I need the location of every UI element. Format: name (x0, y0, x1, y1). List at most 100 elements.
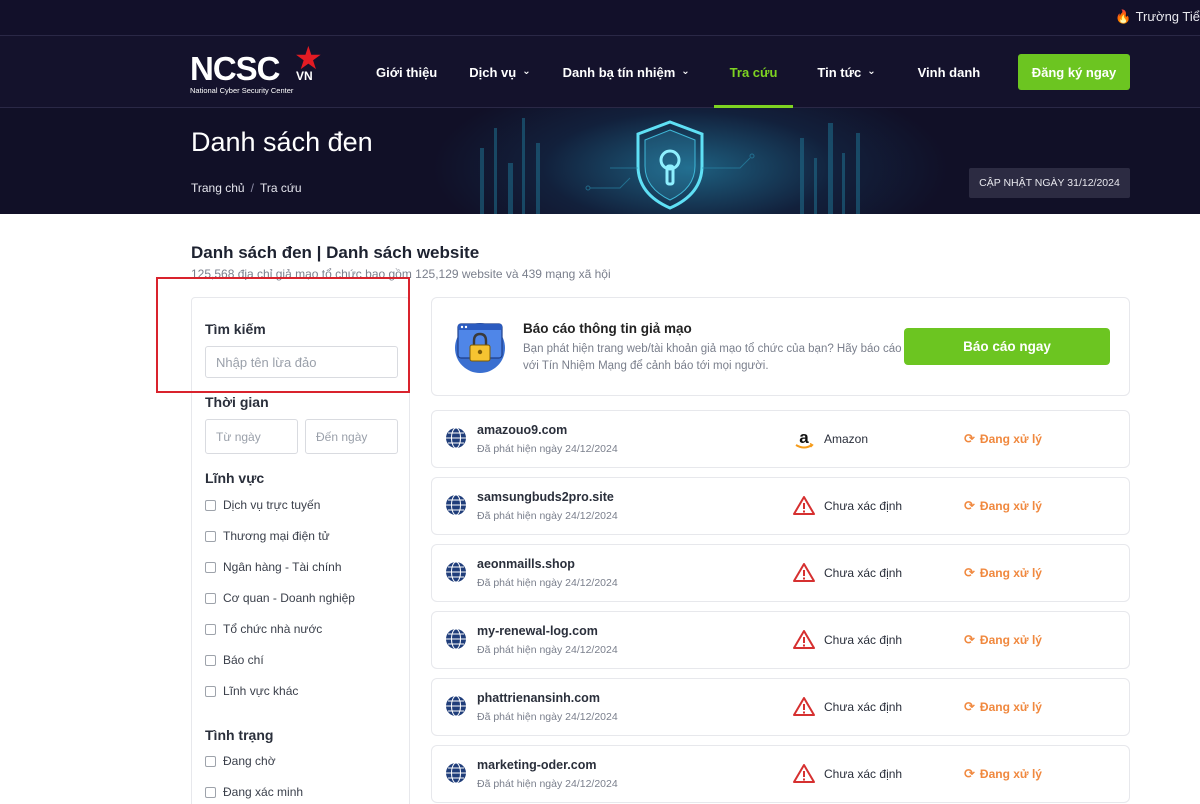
nav-item-dich-vu[interactable]: Dịch vụ ⌄ (453, 36, 546, 108)
to-date-input[interactable] (305, 419, 398, 454)
from-date-input[interactable] (205, 419, 298, 454)
update-date-badge: CẬP NHẬT NGÀY 31/12/2024 (969, 168, 1130, 198)
checkbox[interactable] (205, 755, 216, 767)
status-checkbox[interactable]: Đang chờ (205, 754, 276, 768)
checkbox[interactable] (205, 530, 216, 542)
refresh-icon: ⟳ (964, 632, 975, 647)
nav-label: Vinh danh (917, 64, 981, 80)
blacklist-row[interactable]: aeonmaills.shop Đã phát hiện ngày 24/12/… (431, 544, 1130, 602)
checkbox[interactable] (205, 685, 216, 697)
nav-item-danh-ba-tin-nhiem[interactable]: Danh bạ tín nhiệm ⌄ (547, 36, 706, 108)
svg-text:a: a (799, 428, 809, 447)
report-card: Báo cáo thông tin giả mạo Bạn phát hiện … (431, 297, 1130, 396)
detected-date: Đã phát hiện ngày 24/12/2024 (477, 577, 618, 589)
field-checkbox[interactable]: Tổ chức nhà nước (205, 622, 322, 636)
checkbox[interactable] (205, 654, 216, 666)
domain-name[interactable]: marketing-oder.com (477, 758, 596, 772)
nav-label: Tin tức (817, 64, 862, 80)
logo[interactable]: NCSC ★ VN National Cyber Security Center (190, 42, 330, 96)
status-text: Đang xử lý (979, 767, 1042, 781)
blacklist-row[interactable]: phattrienansinh.com Đã phát hiện ngày 24… (431, 678, 1130, 736)
organization: Chưa xác định (824, 499, 903, 513)
nav-label: Tra cứu (729, 64, 778, 80)
news-ticker[interactable]: 🔥 Trường Tiể (1115, 9, 1200, 25)
logo-brand: NCSC (190, 50, 281, 87)
status-processing: ⟳ Đang xử lý (964, 699, 1042, 715)
nav-item-vinh-danh[interactable]: Vinh danh (902, 36, 997, 108)
shield-icon (636, 120, 704, 210)
organization: Chưa xác định (824, 700, 903, 714)
organization: Chưa xác định (824, 633, 903, 647)
warning-icon (793, 496, 815, 515)
globe-icon (446, 427, 466, 449)
checkbox-label: Ngân hàng - Tài chính (223, 560, 342, 574)
nav-item-tra-cuu[interactable]: Tra cứu (713, 36, 794, 108)
breadcrumb-current: Tra cứu (259, 181, 302, 195)
checkbox[interactable] (205, 623, 216, 635)
domain-name[interactable]: phattrienansinh.com (477, 691, 600, 705)
chevron-down-icon: ⌄ (681, 65, 690, 77)
breadcrumb: Trang chủ / Tra cứu (191, 181, 302, 195)
field-checkbox[interactable]: Báo chí (205, 653, 264, 667)
nav-menu: Giới thiệu Dịch vụ ⌄ Danh bạ tín nhiệm ⌄ T… (360, 36, 996, 108)
field-checkbox[interactable]: Ngân hàng - Tài chính (205, 560, 342, 574)
checkbox[interactable] (205, 499, 216, 511)
organization: Amazon (824, 432, 869, 446)
field-checkbox[interactable]: Thương mại điện tử (205, 529, 330, 543)
globe-icon (446, 695, 466, 717)
top-strip: 🔥 Trường Tiể (0, 0, 1200, 36)
breadcrumb-home[interactable]: Trang chủ (191, 181, 245, 195)
domain-name[interactable]: my-renewal-log.com (477, 624, 598, 638)
warning-icon (793, 697, 815, 716)
field-checkbox[interactable]: Cơ quan - Doanh nghiệp (205, 591, 355, 605)
checkbox-label: Đang xác minh (223, 785, 304, 799)
filter-sidebar: Tìm kiếm Thời gian Lĩnh vực Dịch vụ trực… (191, 297, 410, 804)
status-processing: ⟳ Đang xử lý (964, 565, 1042, 581)
logo-suffix: VN (296, 69, 313, 83)
domain-name[interactable]: amazouo9.com (477, 423, 567, 437)
globe-icon (446, 494, 466, 516)
detected-date: Đã phát hiện ngày 24/12/2024 (477, 443, 618, 455)
status-text: Đang xử lý (979, 633, 1042, 647)
section-title: Danh sách đen | Danh sách website (191, 243, 480, 262)
page-title: Danh sách đen (191, 127, 373, 157)
report-description: Bạn phát hiện trang web/tài khoản giả mạ… (523, 343, 902, 372)
globe-icon (446, 762, 466, 784)
field-label: Lĩnh vực (205, 470, 265, 486)
field-checkbox[interactable]: Lĩnh vực khác (205, 684, 298, 698)
domain-name[interactable]: aeonmaills.shop (477, 557, 575, 571)
checkbox-label: Báo chí (223, 653, 264, 667)
chevron-down-icon: ⌄ (867, 65, 876, 77)
globe-icon (446, 628, 466, 650)
checkbox[interactable] (205, 561, 216, 573)
search-input[interactable] (205, 346, 398, 378)
blacklist-row[interactable]: samsungbuds2pro.site Đã phát hiện ngày 2… (431, 477, 1130, 535)
signup-button[interactable]: Đăng ký ngay (1018, 54, 1130, 90)
status-text: Đang xử lý (979, 499, 1042, 513)
warning-icon (793, 563, 815, 582)
checkbox[interactable] (205, 786, 216, 798)
blacklist-row[interactable]: marketing-oder.com Đã phát hiện ngày 24/… (431, 745, 1130, 803)
globe-icon (446, 561, 466, 583)
warning-icon (793, 764, 815, 783)
nav-item-gioi-thieu[interactable]: Giới thiệu (360, 36, 453, 108)
blacklist-row[interactable]: my-renewal-log.com Đã phát hiện ngày 24/… (431, 611, 1130, 669)
report-now-button[interactable]: Báo cáo ngay (904, 328, 1110, 365)
detected-date: Đã phát hiện ngày 24/12/2024 (477, 711, 618, 723)
time-label: Thời gian (205, 394, 269, 410)
nav-item-tin-tuc[interactable]: Tin tức ⌄ (801, 36, 891, 108)
detected-date: Đã phát hiện ngày 24/12/2024 (477, 644, 618, 656)
logo-tagline: National Cyber Security Center (190, 86, 294, 95)
nav-label: Danh bạ tín nhiệm (562, 64, 676, 80)
refresh-icon: ⟳ (964, 699, 975, 714)
field-checkbox[interactable]: Dịch vụ trực tuyến (205, 498, 320, 512)
checkbox[interactable] (205, 592, 216, 604)
lock-shield-icon (455, 323, 505, 373)
blacklist-row[interactable]: amazouo9.com Đã phát hiện ngày 24/12/202… (431, 410, 1130, 468)
breadcrumb-separator: / (250, 181, 254, 195)
status-processing: ⟳ Đang xử lý (964, 498, 1042, 514)
status-text: Đang xử lý (979, 432, 1042, 446)
status-checkbox[interactable]: Đang xác minh (205, 785, 303, 799)
domain-name[interactable]: samsungbuds2pro.site (477, 490, 614, 504)
checkbox-label: Tổ chức nhà nước (223, 622, 323, 636)
